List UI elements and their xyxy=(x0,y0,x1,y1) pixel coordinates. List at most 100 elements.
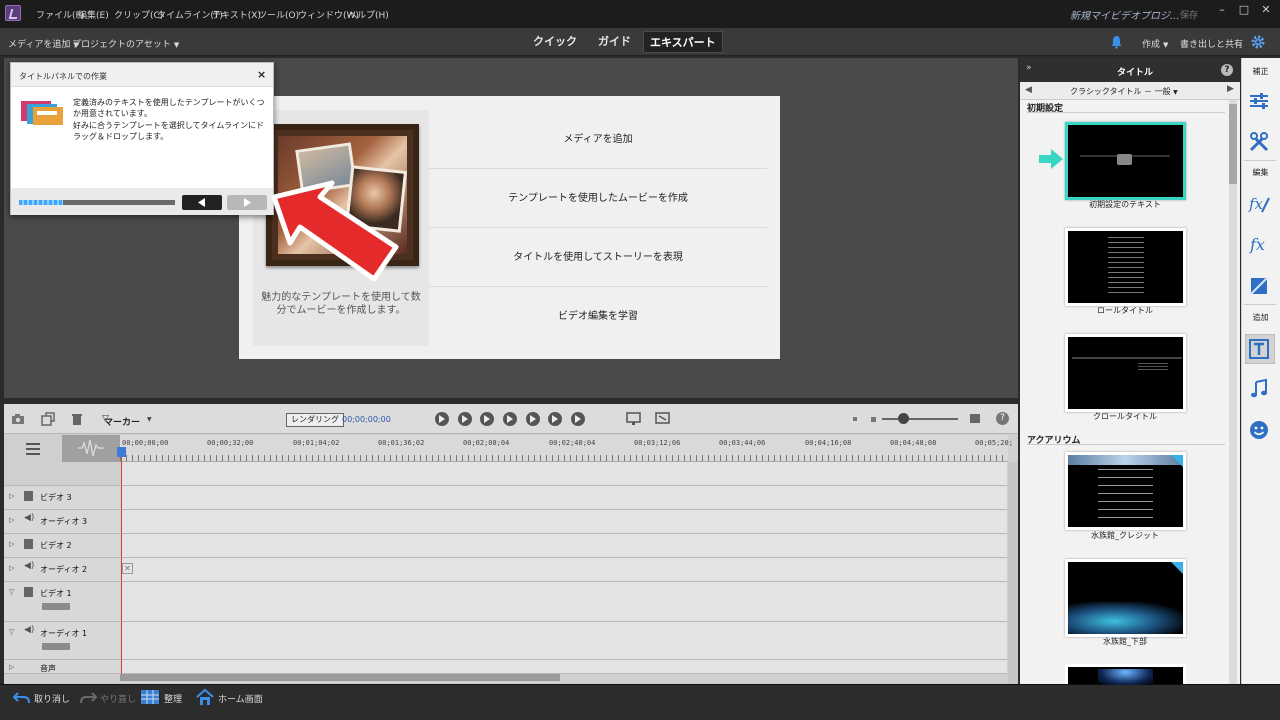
fullscreen-preview-icon[interactable] xyxy=(655,412,671,426)
marker-dropdown[interactable]: マーカー xyxy=(104,415,140,428)
title-thumb-crawl[interactable] xyxy=(1065,334,1186,412)
tab-quick[interactable]: クイック xyxy=(527,31,583,53)
undo-button[interactable]: 取り消し xyxy=(34,692,70,705)
home-icon[interactable] xyxy=(195,688,215,706)
track-settings-icon[interactable] xyxy=(4,435,62,462)
mute-icon[interactable]: ✕ xyxy=(122,563,133,574)
notification-bell-icon[interactable] xyxy=(1110,35,1123,49)
undo-icon[interactable] xyxy=(12,688,32,706)
maximize-icon[interactable]: □ xyxy=(1236,2,1252,18)
expand-icon[interactable]: ▷ xyxy=(9,516,14,524)
next-button[interactable] xyxy=(227,195,267,210)
zoom-out-icon[interactable] xyxy=(853,417,857,421)
expand-icon[interactable]: ▷ xyxy=(9,663,14,671)
title-thumb-roll[interactable] xyxy=(1065,228,1186,306)
project-assets-dropdown[interactable]: プロジェクトのアセット ▼ xyxy=(72,37,179,50)
track-header-video-2[interactable]: ▷ ビデオ 2 xyxy=(4,534,120,558)
keyframe-nav-icon[interactable] xyxy=(42,643,70,650)
tab-expert[interactable]: エキスパート xyxy=(643,31,723,53)
go-to-end-icon[interactable] xyxy=(571,412,585,426)
copy-clip-icon[interactable] xyxy=(41,412,55,426)
redo-button[interactable]: やり直し xyxy=(100,692,136,705)
track-header-video-3[interactable]: ▷ ビデオ 3 xyxy=(4,486,120,510)
close-icon[interactable]: × xyxy=(257,68,266,81)
menu-text[interactable]: テキスト(X) xyxy=(212,8,261,21)
track-header-audio-2[interactable]: ▷ ◀) オーディオ 2 xyxy=(4,558,120,582)
welcome-add-media[interactable]: メディアを追加 xyxy=(429,110,767,169)
track-video-1[interactable] xyxy=(121,582,1007,622)
zoom-out-step-icon[interactable] xyxy=(871,417,876,422)
fast-forward-icon[interactable] xyxy=(548,412,562,426)
audio-waveform-toggle[interactable] xyxy=(62,435,120,462)
title-category-dropdown[interactable]: クラシックタイトル － 一般 ▼ xyxy=(1070,86,1178,97)
tools-icon[interactable] xyxy=(1248,131,1270,153)
track-header-voice[interactable]: ▷ 音声 xyxy=(4,660,120,674)
go-to-start-icon[interactable] xyxy=(435,412,449,426)
menu-tools[interactable]: ツール(O) xyxy=(258,8,299,21)
step-forward-icon[interactable] xyxy=(526,412,540,426)
add-media-dropdown[interactable]: メディアを追加 ▼ xyxy=(8,37,79,50)
track-video-3[interactable] xyxy=(121,486,1007,510)
track-audio-1[interactable] xyxy=(121,622,1007,660)
track-header-audio-3[interactable]: ▷ ◀) オーディオ 3 xyxy=(4,510,120,534)
collapse-left-icon[interactable]: ◀ xyxy=(1025,85,1032,95)
step-back-icon[interactable] xyxy=(480,412,494,426)
timeline-horizontal-scrollbar[interactable] xyxy=(120,674,560,681)
track-voice[interactable] xyxy=(121,660,1007,674)
transitions-icon[interactable] xyxy=(1248,275,1270,297)
welcome-learn-editing[interactable]: ビデオ編集を学習 xyxy=(429,287,767,346)
render-button[interactable]: レンダリング xyxy=(286,413,344,427)
effects-icon[interactable]: fx xyxy=(1248,233,1270,255)
keyframe-nav-icon[interactable] xyxy=(42,603,70,610)
effects-edit-icon[interactable]: fx xyxy=(1248,192,1270,214)
welcome-create-movie-template[interactable]: テンプレートを使用したムービーを作成 xyxy=(429,169,767,228)
track-header-audio-1[interactable]: ▽ ◀) オーディオ 1 xyxy=(4,622,120,660)
tab-guided[interactable]: ガイド xyxy=(592,31,637,53)
track-audio-2[interactable]: ✕ xyxy=(121,558,1007,582)
export-share-button[interactable]: 書き出しと共有 xyxy=(1180,37,1243,50)
help-icon[interactable]: ? xyxy=(996,412,1009,425)
menu-clip[interactable]: クリップ(C) xyxy=(114,8,163,21)
zoom-slider-handle[interactable] xyxy=(898,413,909,424)
play-icon[interactable] xyxy=(503,412,517,426)
close-icon[interactable]: ✕ xyxy=(1258,2,1274,18)
save-button[interactable]: 保存 xyxy=(1180,8,1198,21)
minimize-icon[interactable]: – xyxy=(1214,2,1230,18)
expand-icon[interactable]: ▷ xyxy=(9,492,14,500)
expand-icon[interactable]: ▷ xyxy=(9,540,14,548)
organizer-icon[interactable] xyxy=(140,688,160,706)
home-screen-button[interactable]: ホーム画面 xyxy=(218,692,263,705)
graphics-smiley-icon[interactable] xyxy=(1248,419,1270,441)
camera-icon[interactable] xyxy=(11,412,27,426)
help-icon[interactable]: ? xyxy=(1221,64,1233,76)
create-dropdown[interactable]: 作成 ▼ xyxy=(1142,37,1168,50)
track-header-video-1[interactable]: ▽ ビデオ 1 xyxy=(4,582,120,622)
collapse-panel-icon[interactable]: » xyxy=(1026,63,1032,73)
monitor-settings-icon[interactable] xyxy=(626,412,642,426)
music-icon[interactable] xyxy=(1248,378,1270,400)
gear-icon[interactable] xyxy=(1250,34,1266,50)
organizer-button[interactable]: 整理 xyxy=(164,692,182,705)
play-icon[interactable] xyxy=(1117,154,1132,165)
zoom-slider-track[interactable] xyxy=(882,418,958,420)
timeline-vertical-scrollbar[interactable] xyxy=(1008,462,1018,684)
track-video-2[interactable] xyxy=(121,534,1007,558)
trash-icon[interactable] xyxy=(71,412,83,426)
previous-button[interactable] xyxy=(182,195,222,210)
rewind-icon[interactable] xyxy=(458,412,472,426)
zoom-in-icon[interactable] xyxy=(970,414,980,423)
titles-scrollbar[interactable] xyxy=(1229,100,1237,684)
track-audio-3[interactable] xyxy=(121,510,1007,534)
titles-icon[interactable] xyxy=(1248,338,1270,360)
menu-edit[interactable]: 編集(E) xyxy=(78,8,109,21)
titles-scrollbar-thumb[interactable] xyxy=(1229,104,1237,184)
welcome-titles-story[interactable]: タイトルを使用してストーリーを表現 xyxy=(429,228,767,287)
title-thumb-aquarium-lower[interactable] xyxy=(1065,559,1186,637)
title-thumb-aquarium-credits[interactable] xyxy=(1065,452,1186,530)
expand-right-icon[interactable]: ▶ xyxy=(1227,84,1234,94)
collapse-icon[interactable]: ▽ xyxy=(9,628,14,636)
collapse-icon[interactable]: ▽ xyxy=(9,588,14,596)
playhead-handle[interactable] xyxy=(117,447,126,457)
redo-icon[interactable] xyxy=(78,688,98,706)
menu-help[interactable]: ヘルプ(H) xyxy=(348,8,389,21)
